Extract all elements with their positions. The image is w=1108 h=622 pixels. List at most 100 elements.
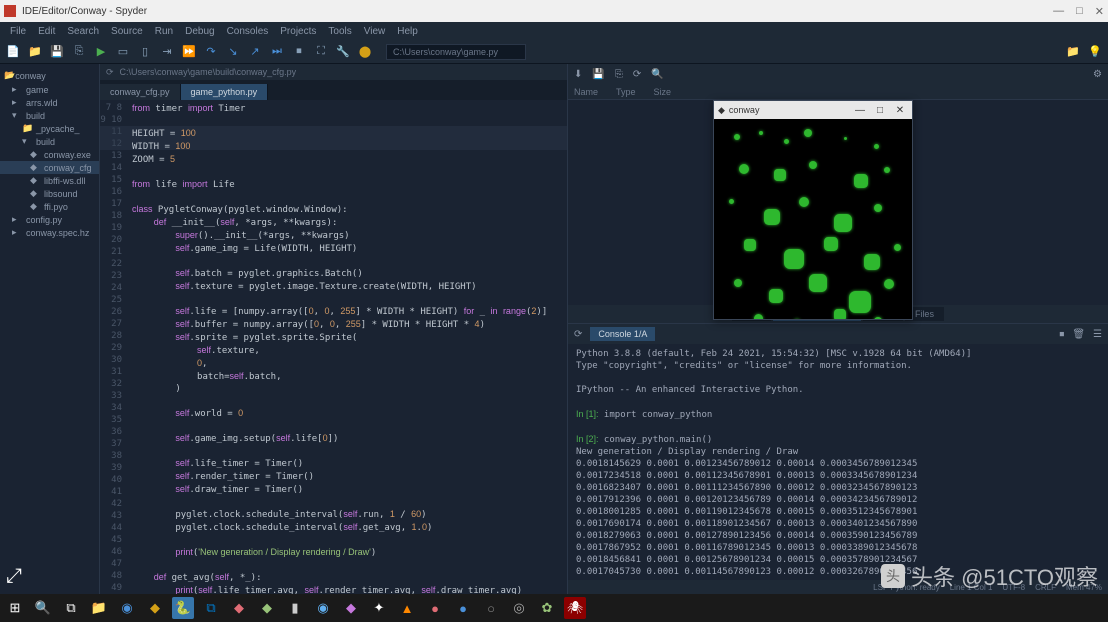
- spyder-taskbar-icon[interactable]: 🕷: [564, 597, 586, 619]
- sidebar-item[interactable]: ◆libsound: [0, 187, 99, 200]
- sidebar-item[interactable]: ▸conway.spec.hz: [0, 226, 99, 239]
- folder-nav-icon[interactable]: 📁: [1066, 45, 1080, 59]
- app3-taskbar-icon[interactable]: ◆: [256, 597, 278, 619]
- maximize-pane-icon[interactable]: ⛶: [314, 45, 328, 59]
- sidebar-item[interactable]: ◆libffi-ws.dll: [0, 174, 99, 187]
- save-icon[interactable]: 💾: [50, 45, 64, 59]
- menu-help[interactable]: Help: [393, 26, 422, 37]
- app4-taskbar-icon[interactable]: ◉: [312, 597, 334, 619]
- project-root[interactable]: 📂 conway: [0, 68, 99, 83]
- debug-icon[interactable]: ⏩: [182, 45, 196, 59]
- menu-search[interactable]: Search: [63, 26, 103, 37]
- interrupt-icon[interactable]: ⏹: [1059, 329, 1064, 340]
- search-taskbar-icon[interactable]: 🔍: [32, 597, 54, 619]
- windows-taskbar: ⊞ 🔍 ⧉ 📁 ◉ ◆ 🐍 ⧉ ◆ ◆ ▮ ◉ ◆ ✦ ▲ ● ● ○ ◎ ✿ …: [0, 594, 1108, 622]
- menu-source[interactable]: Source: [107, 26, 147, 37]
- working-dir-input[interactable]: C:\Users\conway\game.py: [386, 44, 526, 60]
- close-button[interactable]: ✕: [1095, 5, 1104, 18]
- run-line-icon[interactable]: ⇥: [160, 45, 174, 59]
- new-file-icon[interactable]: 📄: [6, 45, 20, 59]
- refresh-vars-icon[interactable]: ⟳: [633, 69, 641, 80]
- sidebar-item[interactable]: ▾build: [0, 135, 99, 148]
- save-as-icon[interactable]: ⎘: [615, 69, 623, 80]
- game-maximize-button[interactable]: □: [872, 105, 888, 116]
- menu-edit[interactable]: Edit: [34, 26, 59, 37]
- editor-tab[interactable]: game_python.py: [181, 84, 269, 100]
- ipython-console[interactable]: Python 3.8.8 (default, Feb 24 2021, 15:5…: [568, 344, 1108, 594]
- variable-explorer-pane: ⬇ 💾 ⎘ ⟳ 🔍 ⚙ Name Type Size ◆ conway — □ ✕: [568, 64, 1108, 324]
- clear-icon[interactable]: 🗑: [1072, 329, 1085, 340]
- vlc-taskbar-icon[interactable]: ▲: [396, 597, 418, 619]
- wrench-icon[interactable]: 🔧: [336, 45, 350, 59]
- search-vars-icon[interactable]: 🔍: [651, 69, 663, 80]
- options-icon[interactable]: ⚙: [1093, 69, 1102, 80]
- app-icon: [4, 5, 16, 17]
- sidebar-item[interactable]: ◆ffi.pyo: [0, 200, 99, 213]
- save-data-icon[interactable]: 💾: [592, 69, 604, 80]
- refresh-icon[interactable]: ⟳: [106, 67, 114, 78]
- app7-taskbar-icon[interactable]: ●: [424, 597, 446, 619]
- sidebar-item[interactable]: ◆conway_cfg: [0, 161, 99, 174]
- menu-debug[interactable]: Debug: [181, 26, 218, 37]
- game-close-button[interactable]: ✕: [892, 105, 908, 116]
- sidebar-item[interactable]: 📁_pycache_: [0, 122, 99, 135]
- sidebar-item[interactable]: ▸game: [0, 83, 99, 96]
- column-header[interactable]: Name: [574, 87, 598, 97]
- step-in-icon[interactable]: ↘: [226, 45, 240, 59]
- step-out-icon[interactable]: ↗: [248, 45, 262, 59]
- save-all-icon[interactable]: ⎘: [72, 45, 86, 59]
- code-editor[interactable]: from timer import Timer HEIGHT = 100 WID…: [128, 100, 567, 594]
- sidebar-item[interactable]: ▸arrs.wld: [0, 96, 99, 109]
- menu-tools[interactable]: Tools: [324, 26, 355, 37]
- run-cell-icon[interactable]: ▭: [116, 45, 130, 59]
- python-path-icon[interactable]: ⬤: [358, 45, 372, 59]
- run-icon[interactable]: ▶: [94, 45, 108, 59]
- explorer-taskbar-icon[interactable]: 📁: [88, 597, 110, 619]
- watermark-logo-icon: 头: [881, 564, 905, 588]
- editor-tab[interactable]: conway_cfg.py: [100, 84, 181, 100]
- app6-taskbar-icon[interactable]: ✦: [368, 597, 390, 619]
- menu-run[interactable]: Run: [151, 26, 177, 37]
- app5-taskbar-icon[interactable]: ◆: [340, 597, 362, 619]
- titlebar: IDE/Editor/Conway - Spyder — □ ✕: [0, 0, 1108, 22]
- sidebar-item[interactable]: ▾build: [0, 109, 99, 122]
- app1-taskbar-icon[interactable]: ◆: [144, 597, 166, 619]
- lightbulb-icon[interactable]: 💡: [1088, 45, 1102, 59]
- app8-taskbar-icon[interactable]: ●: [452, 597, 474, 619]
- minimize-button[interactable]: —: [1053, 5, 1064, 18]
- menu-projects[interactable]: Projects: [276, 26, 320, 37]
- app11-taskbar-icon[interactable]: ✿: [536, 597, 558, 619]
- start-button[interactable]: ⊞: [4, 597, 26, 619]
- console-tab[interactable]: Console 1/A: [590, 327, 655, 341]
- sidebar-item[interactable]: ▸config.py: [0, 213, 99, 226]
- maximize-button[interactable]: □: [1076, 5, 1083, 18]
- console-refresh-icon[interactable]: ⟳: [574, 329, 582, 340]
- open-icon[interactable]: 📁: [28, 45, 42, 59]
- import-icon[interactable]: ⬇: [574, 69, 582, 80]
- editor-pane: ⟳ C:\Users\conway\game\build\conway_cfg.…: [100, 64, 568, 594]
- column-header[interactable]: Size: [654, 87, 672, 97]
- continue-icon[interactable]: ⏭: [270, 45, 284, 59]
- game-minimize-button[interactable]: —: [852, 105, 868, 116]
- edge-taskbar-icon[interactable]: ◉: [116, 597, 138, 619]
- sidebar-item[interactable]: ◆conway.exe: [0, 148, 99, 161]
- python-taskbar-icon[interactable]: 🐍: [172, 597, 194, 619]
- watermark-text: 头条 @51CTO观察: [911, 560, 1098, 592]
- app10-taskbar-icon[interactable]: ◎: [508, 597, 530, 619]
- vscode-taskbar-icon[interactable]: ⧉: [200, 597, 222, 619]
- step-over-icon[interactable]: ↷: [204, 45, 218, 59]
- task-view-icon[interactable]: ⧉: [60, 597, 82, 619]
- stop-icon[interactable]: ⏹: [292, 45, 306, 59]
- menu-consoles[interactable]: Consoles: [223, 26, 273, 37]
- run-selection-icon[interactable]: ▯: [138, 45, 152, 59]
- terminal-taskbar-icon[interactable]: ▮: [284, 597, 306, 619]
- fullscreen-icon[interactable]: ⤢: [6, 565, 22, 588]
- app9-taskbar-icon[interactable]: ○: [480, 597, 502, 619]
- app2-taskbar-icon[interactable]: ◆: [228, 597, 250, 619]
- game-window[interactable]: ◆ conway — □ ✕: [713, 100, 913, 320]
- console-options-icon[interactable]: ☰: [1093, 329, 1102, 340]
- editor-tabs: conway_cfg.pygame_python.py: [100, 80, 567, 100]
- menu-view[interactable]: View: [360, 26, 390, 37]
- column-header[interactable]: Type: [616, 87, 636, 97]
- menu-file[interactable]: File: [6, 26, 30, 37]
